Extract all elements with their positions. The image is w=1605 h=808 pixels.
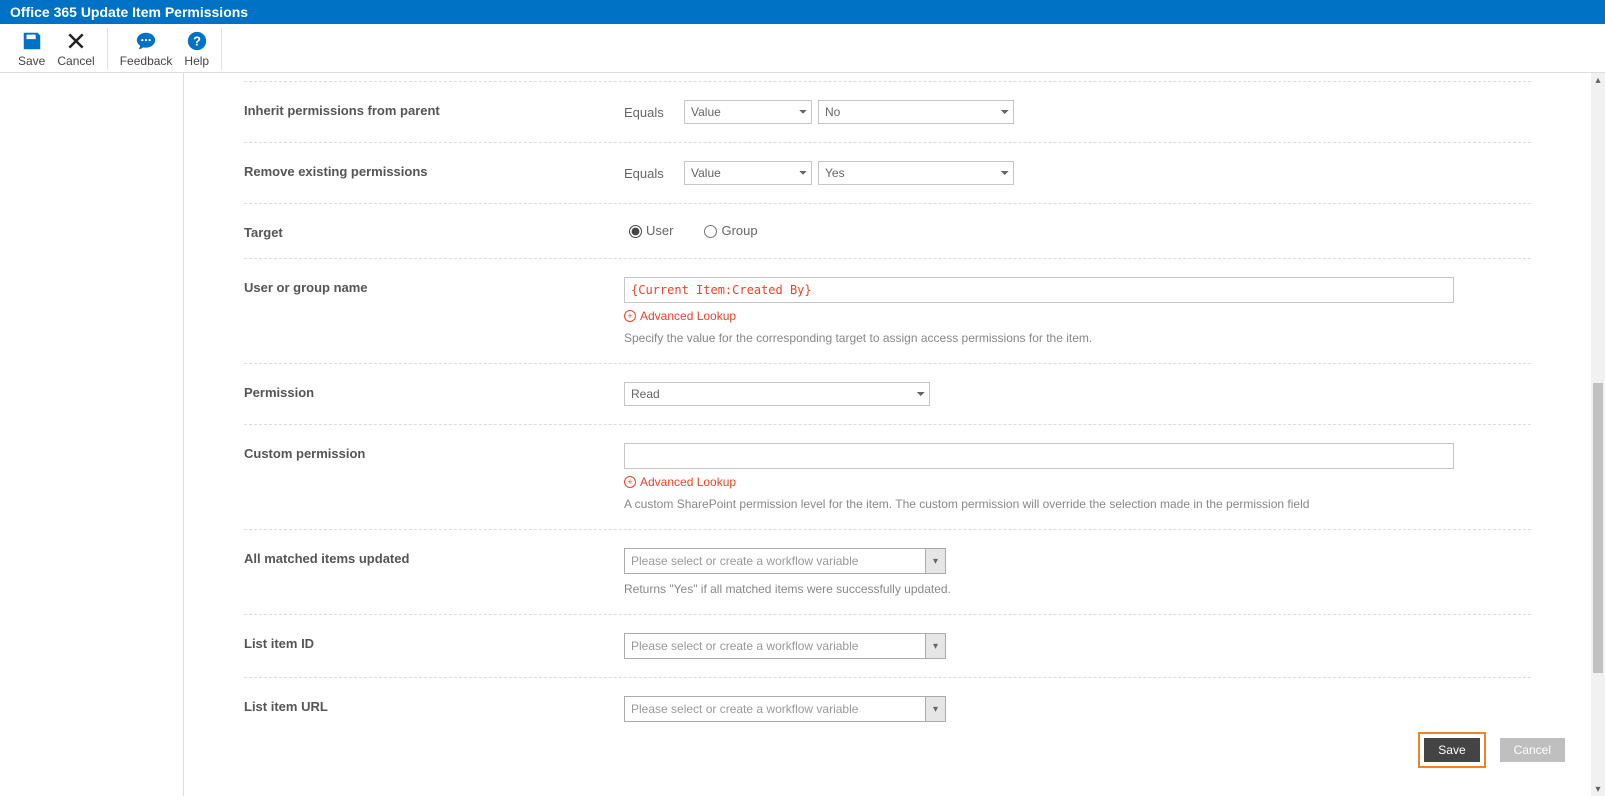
sidebar bbox=[0, 73, 184, 796]
label-target: Target bbox=[244, 222, 624, 240]
row-item-id: List item ID Please select or create a w… bbox=[244, 614, 1531, 677]
row-remove: Remove existing permissions Equals Value… bbox=[244, 142, 1531, 203]
chevron-down-icon[interactable]: ▾ bbox=[925, 549, 945, 573]
scroll-up-icon[interactable]: ▴ bbox=[1591, 73, 1605, 87]
adv-lookup-label-custom: Advanced Lookup bbox=[640, 475, 736, 489]
target-user-label: User bbox=[646, 223, 673, 238]
label-inherit: Inherit permissions from parent bbox=[244, 100, 624, 118]
label-all-matched: All matched items updated bbox=[244, 548, 624, 566]
item-url-text: Please select or create a workflow varia… bbox=[625, 697, 925, 721]
user-group-token: {Current Item:Created By} bbox=[631, 283, 812, 297]
row-target: Target User Group bbox=[244, 203, 1531, 258]
shell: Inherit permissions from parent Equals V… bbox=[0, 73, 1605, 796]
form-content: Inherit permissions from parent Equals V… bbox=[184, 73, 1591, 796]
advanced-lookup-user[interactable]: + Advanced Lookup bbox=[624, 309, 736, 323]
row-custom: Custom permission + Advanced Lookup A cu… bbox=[244, 424, 1531, 529]
label-custom: Custom permission bbox=[244, 443, 624, 461]
target-user-radio[interactable]: User bbox=[624, 222, 673, 238]
target-user-input[interactable] bbox=[629, 225, 642, 238]
footer-cancel-button[interactable]: Cancel bbox=[1500, 738, 1565, 762]
item-url-combo[interactable]: Please select or create a workflow varia… bbox=[624, 696, 946, 722]
row-permission: Permission Read bbox=[244, 363, 1531, 424]
row-item-url: List item URL Please select or create a … bbox=[244, 677, 1531, 740]
title-bar: Office 365 Update Item Permissions bbox=[0, 0, 1605, 24]
save-button[interactable]: Save bbox=[12, 28, 51, 70]
remove-operator: Equals bbox=[624, 166, 672, 181]
help-icon: ? bbox=[186, 30, 208, 52]
plus-icon: + bbox=[624, 310, 636, 322]
page-title: Office 365 Update Item Permissions bbox=[10, 4, 248, 20]
save-label: Save bbox=[18, 54, 45, 68]
inherit-value-select[interactable]: No bbox=[818, 100, 1014, 124]
ribbon-group-actions: Save Cancel bbox=[6, 28, 108, 70]
scroll-down-icon[interactable]: ▾ bbox=[1591, 782, 1605, 796]
help-user-group: Specify the value for the corresponding … bbox=[624, 331, 1531, 345]
feedback-label: Feedback bbox=[120, 54, 173, 68]
ribbon-group-help: Feedback ? Help bbox=[108, 28, 222, 70]
help-label: Help bbox=[184, 54, 209, 68]
label-user-group: User or group name bbox=[244, 277, 624, 295]
plus-icon: + bbox=[624, 476, 636, 488]
advanced-lookup-custom[interactable]: + Advanced Lookup bbox=[624, 475, 736, 489]
feedback-button[interactable]: Feedback bbox=[114, 28, 179, 70]
row-user-group: User or group name {Current Item:Created… bbox=[244, 258, 1531, 363]
footer-buttons: Save Cancel bbox=[1418, 732, 1565, 768]
item-id-text: Please select or create a workflow varia… bbox=[625, 634, 925, 658]
svg-text:?: ? bbox=[193, 34, 201, 49]
adv-lookup-label-user: Advanced Lookup bbox=[640, 309, 736, 323]
scrollbar[interactable]: ▴ ▾ bbox=[1591, 73, 1605, 796]
target-group-input[interactable] bbox=[704, 225, 717, 238]
chevron-down-icon[interactable]: ▾ bbox=[925, 634, 945, 658]
content-wrap: Inherit permissions from parent Equals V… bbox=[184, 73, 1605, 796]
all-matched-text: Please select or create a workflow varia… bbox=[625, 549, 925, 573]
target-group-label: Group bbox=[721, 223, 757, 238]
item-id-combo[interactable]: Please select or create a workflow varia… bbox=[624, 633, 946, 659]
remove-value-select[interactable]: Yes bbox=[818, 161, 1014, 185]
label-item-id: List item ID bbox=[244, 633, 624, 651]
target-group-radio[interactable]: Group bbox=[699, 222, 757, 238]
save-highlight: Save bbox=[1418, 732, 1485, 768]
help-button[interactable]: ? Help bbox=[178, 28, 215, 70]
chevron-down-icon[interactable]: ▾ bbox=[925, 697, 945, 721]
close-icon bbox=[65, 30, 87, 52]
ribbon: Save Cancel Feedback ? Help bbox=[0, 24, 1605, 73]
label-remove: Remove existing permissions bbox=[244, 161, 624, 179]
all-matched-combo[interactable]: Please select or create a workflow varia… bbox=[624, 548, 946, 574]
scroll-thumb[interactable] bbox=[1593, 383, 1603, 673]
permission-select[interactable]: Read bbox=[624, 382, 930, 406]
remove-mode-select[interactable]: Value bbox=[684, 161, 812, 185]
label-permission: Permission bbox=[244, 382, 624, 400]
cancel-label: Cancel bbox=[57, 54, 94, 68]
row-inherit: Inherit permissions from parent Equals V… bbox=[244, 81, 1531, 142]
help-custom: A custom SharePoint permission level for… bbox=[624, 497, 1531, 511]
cancel-button[interactable]: Cancel bbox=[51, 28, 100, 70]
chat-icon bbox=[135, 30, 157, 52]
label-item-url: List item URL bbox=[244, 696, 624, 714]
user-group-field[interactable]: {Current Item:Created By} bbox=[624, 277, 1454, 303]
row-all-matched: All matched items updated Please select … bbox=[244, 529, 1531, 614]
custom-permission-field[interactable] bbox=[624, 443, 1454, 469]
save-icon bbox=[21, 30, 43, 52]
help-all-matched: Returns "Yes" if all matched items were … bbox=[624, 582, 1531, 596]
footer-save-button[interactable]: Save bbox=[1424, 738, 1479, 762]
inherit-operator: Equals bbox=[624, 105, 672, 120]
inherit-mode-select[interactable]: Value bbox=[684, 100, 812, 124]
